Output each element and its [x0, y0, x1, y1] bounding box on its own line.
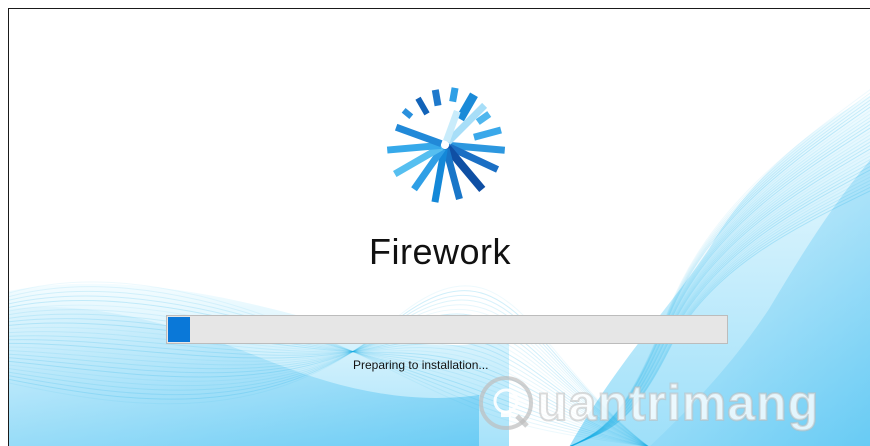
watermark: uantrimang — [477, 373, 819, 433]
logo-ray — [401, 107, 414, 120]
install-status-text: Preparing to installation... — [353, 358, 489, 372]
logo-ray — [431, 89, 442, 107]
app-title: Firework — [368, 231, 511, 272]
logo-ray — [473, 126, 502, 141]
watermark-text: uantrimang — [536, 374, 820, 432]
logo-ray — [449, 87, 459, 103]
logo-ray — [394, 123, 443, 147]
progress-fill — [168, 317, 190, 342]
firework-burst-icon — [386, 87, 506, 203]
logo-ray — [386, 141, 442, 154]
installer-window: Firework Preparing to installation... ua… — [8, 8, 870, 446]
install-progress-bar — [166, 315, 728, 344]
lightbulb-q-icon — [479, 376, 533, 430]
logo-ray — [415, 96, 430, 116]
